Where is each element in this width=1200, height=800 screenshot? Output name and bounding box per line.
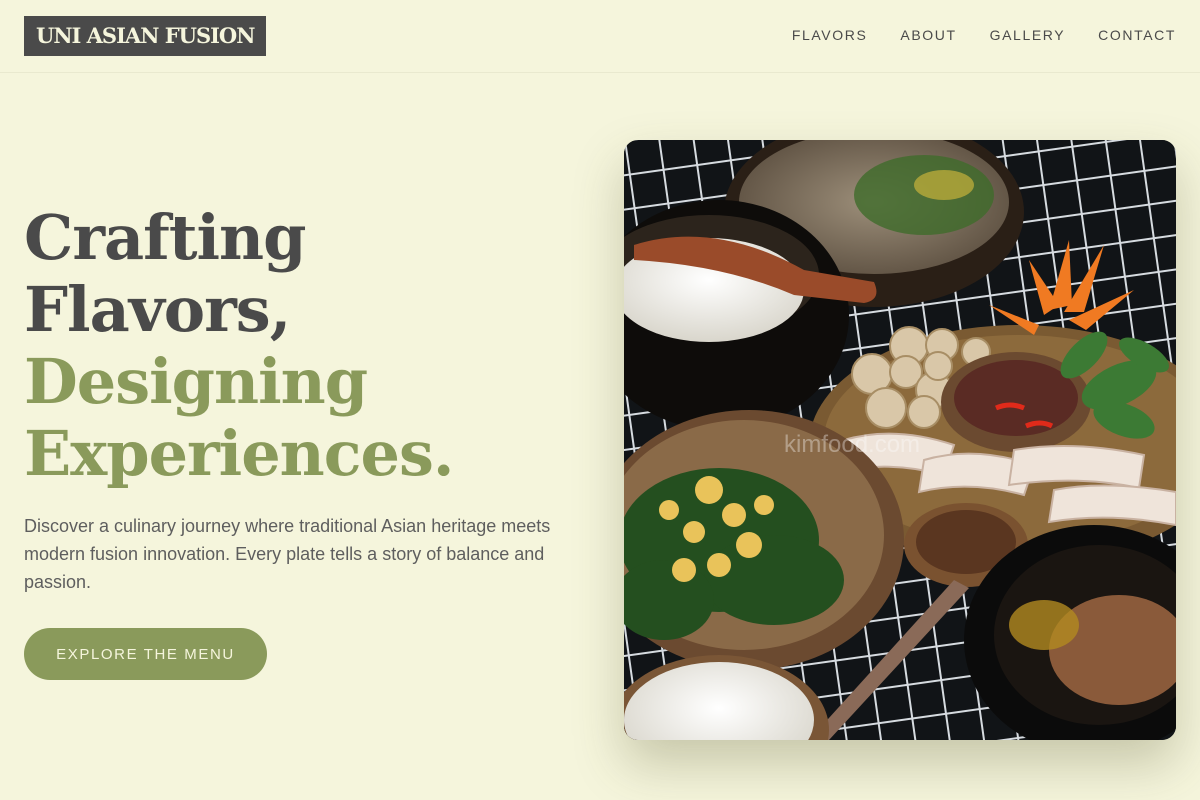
site-header: UNI ASIAN FUSION FLAVORS ABOUT GALLERY C… [0,0,1200,73]
hero-title-line-1: Crafting [24,201,306,274]
nav-link-about[interactable]: ABOUT [900,26,956,44]
hero-food-photo: kimfood.com [624,140,1176,740]
hero-title-line-2: Flavors, [24,273,291,346]
food-photo-illustration: kimfood.com [624,140,1176,740]
photo-watermark: kimfood.com [784,431,920,458]
hero-title-line-4: Experiences. [24,417,454,490]
explore-menu-button[interactable]: EXPLORE THE MENU [24,628,267,680]
hero-title-line-3: Designing [24,345,368,418]
nav-link-contact[interactable]: CONTACT [1098,26,1176,44]
brand-logo[interactable]: UNI ASIAN FUSION [24,16,267,56]
nav-link-gallery[interactable]: GALLERY [990,26,1066,44]
hero-title: Crafting Flavors, Designing Experiences. [24,201,454,490]
nav-link-flavors[interactable]: FLAVORS [792,26,868,44]
hero-description: Discover a culinary journey where tradit… [24,516,551,592]
main-nav: FLAVORS ABOUT GALLERY CONTACT [792,26,1176,44]
